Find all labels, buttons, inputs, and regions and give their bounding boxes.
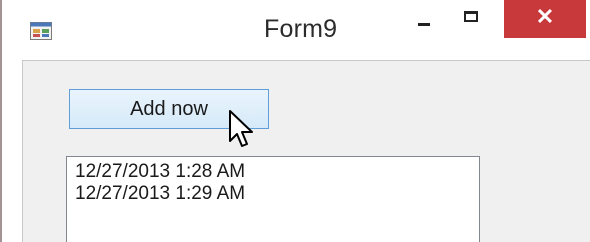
app-icon[interactable] [30,22,52,40]
window-title: Form9 [264,15,338,43]
minimize-button[interactable] [400,0,446,34]
close-button[interactable]: ✕ [504,0,586,38]
maximize-button[interactable] [452,0,498,34]
list-item[interactable]: 12/27/2013 1:28 AM [75,161,471,183]
form-window: Form9 ✕ Add now 12/27/2013 1:28 AM 12/27… [0,0,590,242]
close-icon: ✕ [535,4,555,29]
timestamp-listbox[interactable]: 12/27/2013 1:28 AM 12/27/2013 1:29 AM [66,156,480,242]
form-client-area: Add now 12/27/2013 1:28 AM 12/27/2013 1:… [22,60,590,242]
mouse-pointer-icon [228,109,258,151]
title-bar[interactable]: Form9 ✕ [2,0,590,52]
minimize-icon [418,23,430,26]
list-item[interactable]: 12/27/2013 1:29 AM [75,183,471,205]
maximize-icon [464,11,478,22]
